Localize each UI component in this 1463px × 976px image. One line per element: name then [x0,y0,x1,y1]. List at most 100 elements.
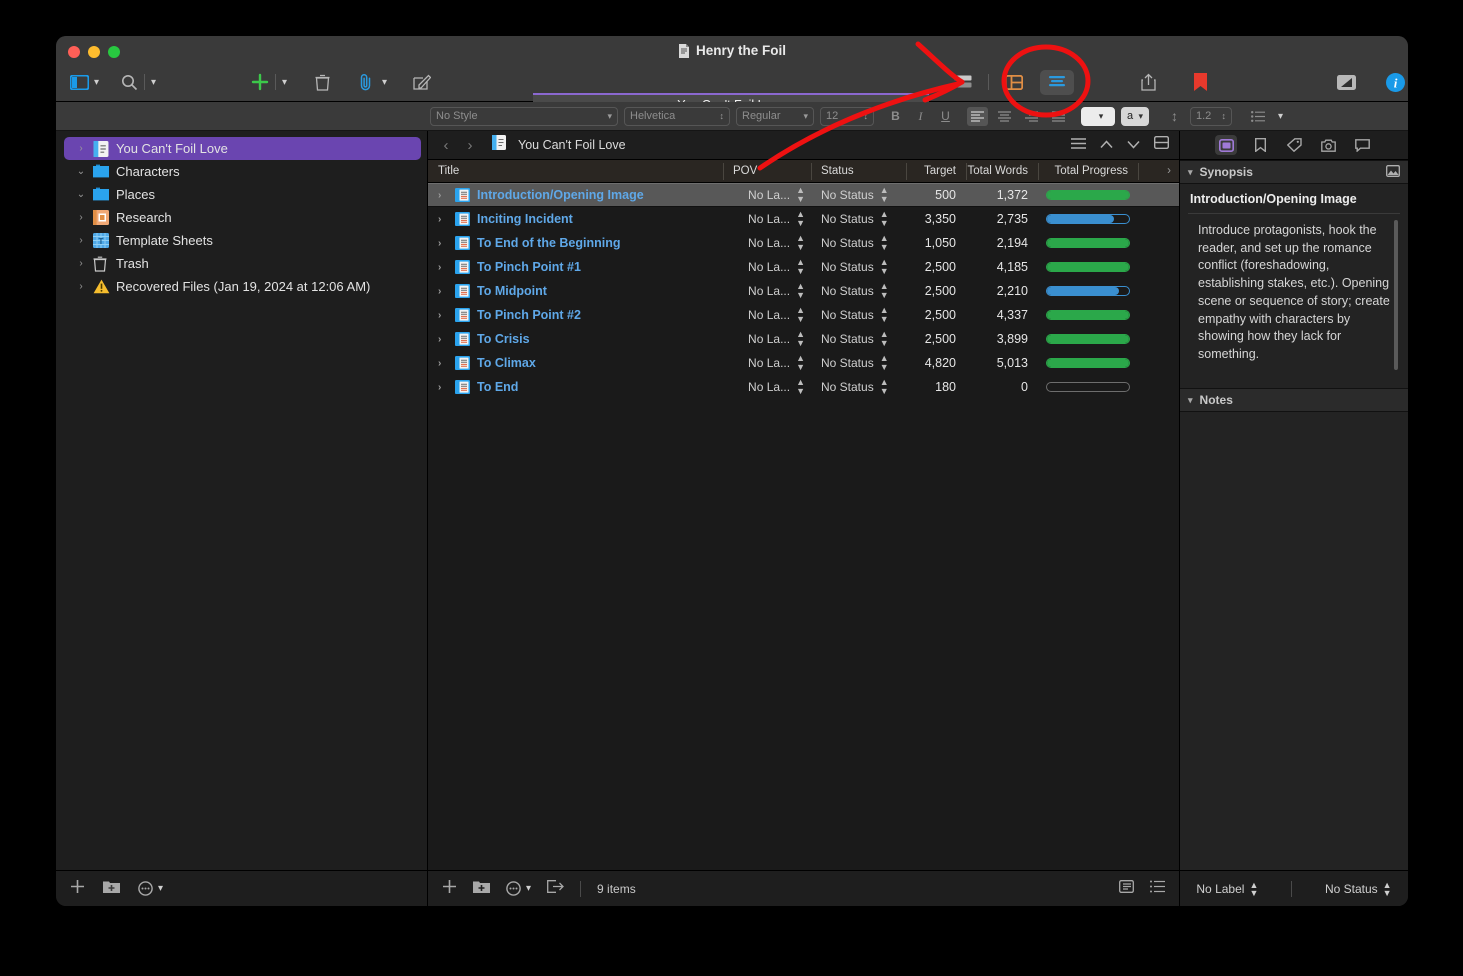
column-header-pov[interactable]: POV [723,160,811,183]
line-spacing-icon[interactable]: ↕ [1165,107,1184,126]
status-select[interactable]: No Status ▲ ▼ [1325,880,1392,897]
table-row[interactable]: › To Climax No La... ▲ ▼ No Status ▲ ▼ 4,820 5,01… [428,351,1179,375]
pov-select[interactable]: No La... ▲ ▼ [723,186,811,204]
synopsis-title[interactable]: Introduction/Opening Image [1180,184,1408,213]
stepper-icon[interactable]: ▲ ▼ [796,378,805,396]
sidebar-item-recovered-files-jan-19-2024-at-12-06-am[interactable]: › Recovered Files (Jan 19, 2024 at 12:06 … [64,275,421,298]
pov-select[interactable]: No La... ▲ ▼ [723,330,811,348]
status-select[interactable]: No Status ▲ ▼ [811,378,906,396]
view-toggle-icon[interactable] [70,68,89,96]
chevron-down-icon[interactable]: ⌄ [76,166,86,177]
column-options-icon[interactable] [1150,880,1165,898]
align-right-button[interactable] [1021,107,1042,126]
sidebar-item-characters[interactable]: ⌄ Characters [64,160,421,183]
stepper-icon[interactable]: ▲ ▼ [880,186,889,204]
stepper-icon[interactable]: ▲ ▼ [796,186,805,204]
list-style-chevron-down-icon[interactable]: ▾ [1278,111,1283,122]
underline-button[interactable]: U [936,107,955,126]
pov-select[interactable]: No La... ▲ ▼ [723,354,811,372]
comments-tab[interactable] [1351,135,1373,155]
stepper-icon[interactable]: ▲ ▼ [880,282,889,300]
column-header-total-progress[interactable]: Total Progress [1038,160,1138,183]
chevron-right-icon[interactable]: › [438,382,448,393]
stepper-icon[interactable]: ▲ ▼ [796,282,805,300]
metadata-tab[interactable] [1283,135,1305,155]
synopsis-scrollbar[interactable] [1394,220,1398,370]
stepper-icon[interactable]: ▲ ▼ [880,330,889,348]
status-select[interactable]: No Status ▲ ▼ [811,186,906,204]
chevron-right-icon[interactable]: › [438,214,448,225]
chevron-right-icon[interactable]: › [438,286,448,297]
sidebar-item-places[interactable]: ⌄ Places [64,183,421,206]
chevron-down-icon[interactable]: ⌄ [76,189,86,200]
stepper-icon[interactable]: ▲ ▼ [880,210,889,228]
align-justify-button[interactable] [1048,107,1069,126]
highlight-color-button[interactable]: a ▾ [1121,106,1149,126]
notes-text[interactable] [1180,412,1408,870]
list-view-button[interactable] [1040,69,1074,95]
pov-select[interactable]: No La... ▲ ▼ [723,234,811,252]
chevron-right-icon[interactable]: › [438,358,448,369]
status-select[interactable]: No Status ▲ ▼ [811,354,906,372]
synopsis-section-header[interactable]: ▾ Synopsis [1180,160,1408,184]
status-select[interactable]: No Status ▲ ▼ [811,330,906,348]
actions-menu-icon[interactable]: ▾ [138,881,163,896]
export-icon[interactable] [547,879,564,898]
bookmark-icon[interactable] [1194,68,1207,96]
next-document-icon[interactable] [1127,136,1140,154]
outline-options-icon[interactable] [1071,136,1086,154]
pov-select[interactable]: No La... ▲ ▼ [723,258,811,276]
trash-icon[interactable] [315,68,330,96]
notes-section-header[interactable]: ▾ Notes [1180,388,1408,412]
chevron-right-icon[interactable]: › [76,281,86,292]
chevron-right-icon[interactable]: › [76,235,86,246]
add-folder-icon[interactable] [103,879,120,899]
stepper-icon[interactable]: ▲ ▼ [880,354,889,372]
sidebar-item-you-can-t-foil-love[interactable]: › You Can't Foil Love [64,137,421,160]
outline-view-button[interactable] [997,70,1031,95]
status-select[interactable]: No Status ▲ ▼ [811,258,906,276]
status-select[interactable]: No Status ▲ ▼ [811,234,906,252]
add-document-icon[interactable] [70,879,85,899]
share-icon[interactable] [1141,68,1156,96]
list-style-icon[interactable] [1248,107,1267,126]
font-size-select[interactable]: 12 ↕ [820,106,874,126]
chevron-right-icon[interactable]: › [76,143,86,154]
view-toggle-chevron-down-icon[interactable]: ▾ [94,77,99,88]
font-family-select[interactable]: Helvetica ↕ [624,106,730,126]
chevron-right-icon[interactable]: › [438,262,448,273]
bold-button[interactable]: B [886,107,905,126]
column-overflow-chevron-right-icon[interactable]: › [1138,160,1179,183]
sidebar-item-research[interactable]: › Research [64,206,421,229]
column-header-total-words[interactable]: Total Words [966,160,1038,183]
bookmarks-tab[interactable] [1249,135,1271,155]
split-editor-icon[interactable] [1153,135,1170,154]
chevron-right-icon[interactable]: › [438,190,448,201]
pov-select[interactable]: No La... ▲ ▼ [723,282,811,300]
italic-button[interactable]: I [911,107,930,126]
column-header-target[interactable]: Target [906,160,966,183]
pov-select[interactable]: No La... ▲ ▼ [723,378,811,396]
line-spacing-select[interactable]: 1.2 ↕ [1190,106,1232,126]
table-row[interactable]: › To End No La... ▲ ▼ No Status ▲ ▼ 180 0 [428,375,1179,399]
synopsis-text[interactable]: Introduce protagonists, hook the reader,… [1188,213,1400,388]
stepper-icon[interactable]: ▲ ▼ [796,354,805,372]
status-select[interactable]: No Status ▲ ▼ [811,210,906,228]
chevron-right-icon[interactable]: › [438,334,448,345]
table-row[interactable]: › To End of the Beginning No La... ▲ ▼ No Sta… [428,231,1179,255]
actions-menu-icon[interactable]: ▾ [506,881,531,896]
chevron-right-icon[interactable]: › [76,212,86,223]
add-icon[interactable] [251,68,269,96]
stepper-icon[interactable]: ▲ ▼ [796,306,805,324]
label-select[interactable]: No Label ▲ ▼ [1196,880,1258,897]
stepper-icon[interactable]: ▲ ▼ [796,210,805,228]
search-icon[interactable] [121,68,138,96]
table-row[interactable]: › Inciting Incident No La... ▲ ▼ No Status ▲ ▼ 3… [428,207,1179,231]
align-left-button[interactable] [967,106,988,126]
stepper-icon[interactable]: ▲ ▼ [880,306,889,324]
composition-mode-icon[interactable] [1337,68,1356,96]
stepper-icon[interactable]: ▲ ▼ [880,234,889,252]
table-row[interactable]: › To Crisis No La... ▲ ▼ No Status ▲ ▼ 2,500 3,89… [428,327,1179,351]
align-center-button[interactable] [994,107,1015,126]
search-chevron-down-icon[interactable]: ▾ [151,77,156,88]
